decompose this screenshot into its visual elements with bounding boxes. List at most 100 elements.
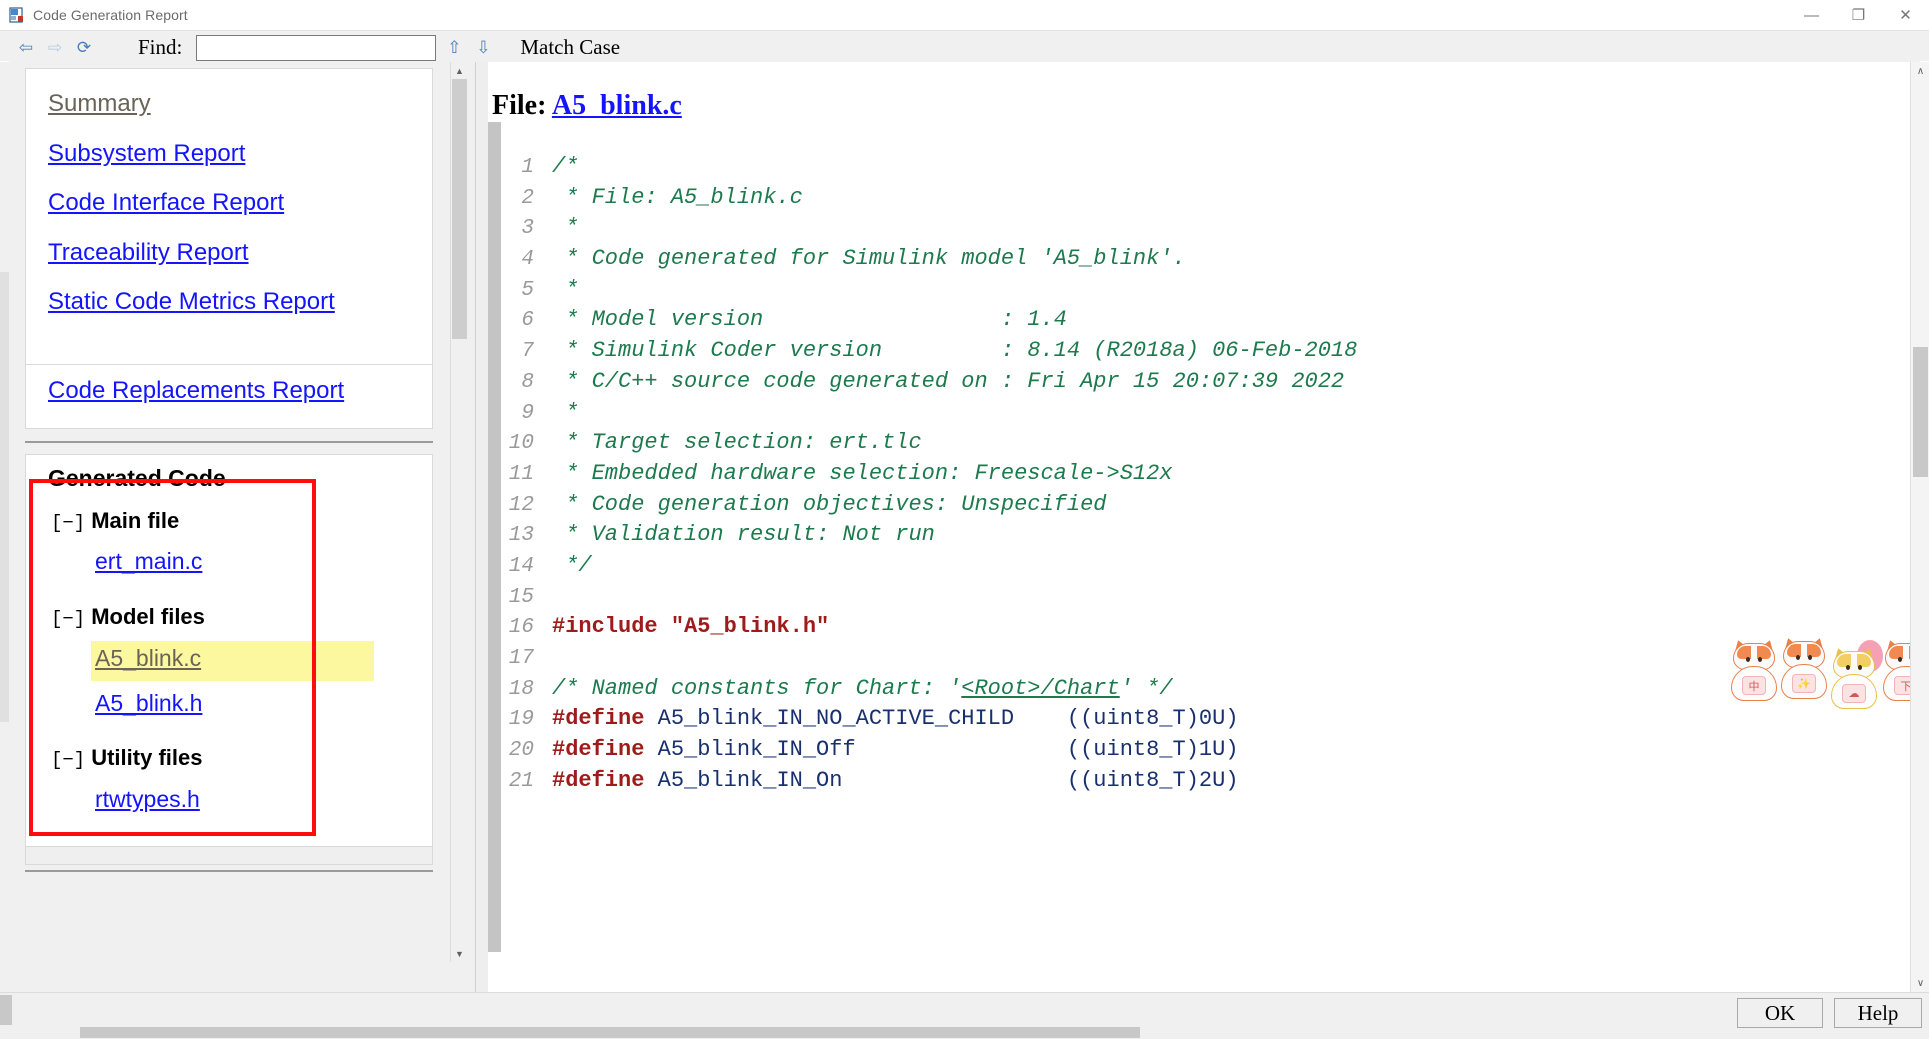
file-heading-link[interactable]: A5_blink.c	[552, 90, 682, 121]
left-edge-thumb[interactable]	[0, 272, 9, 722]
main-frame: Summary Subsystem Report Code Interface …	[0, 62, 1929, 992]
code-replacements-panel: Code Replacements Report	[25, 365, 433, 429]
scrollbar-thumb[interactable]	[452, 79, 467, 339]
cat-sticker-1-icon: 中	[1730, 637, 1778, 701]
scroll-down-icon[interactable]: ▼	[451, 945, 468, 962]
match-case-label[interactable]: Match Case	[520, 35, 620, 60]
line-number: 13	[508, 524, 534, 548]
group-utility-files[interactable]: [−] Utility files	[51, 745, 202, 771]
file-link-a5-blink-h[interactable]: A5_blink.h	[95, 690, 202, 717]
bottom-left-thumb[interactable]	[0, 995, 12, 1025]
code-token: *	[552, 215, 579, 241]
report-icon	[9, 6, 25, 23]
code-text: #define A5_blink_IN_On ((uint8_T)2U)	[552, 766, 1239, 797]
code-token: A5_blink_IN_On ((uint8_T)2U)	[644, 767, 1239, 793]
code-token: * Code generation objectives: Unspecifie…	[552, 491, 1107, 517]
code-line: 1 /*	[476, 152, 1896, 183]
ok-button[interactable]: OK	[1737, 998, 1823, 1028]
collapse-toggle-icon[interactable]: [−]	[51, 749, 85, 771]
sidebar-item-subsystem-report[interactable]: Subsystem Report	[48, 142, 432, 166]
code-text: * Code generated for Simulink model 'A5_…	[552, 244, 1186, 275]
code-inline-link[interactable]: <Root>/Chart	[961, 676, 1119, 701]
group-label: Main file	[91, 508, 180, 533]
sidebar-item-code-replacements-report[interactable]: Code Replacements Report	[48, 379, 432, 403]
page-title: File: A5_blink.c	[492, 90, 682, 122]
code-token: /* Named constants for Chart: '	[552, 675, 962, 701]
find-next-icon[interactable]: ⇩	[472, 36, 494, 60]
code-text: * Simulink Coder version : 8.14 (R2018a)…	[552, 336, 1357, 367]
scrollbar-thumb[interactable]	[1913, 347, 1928, 477]
sidebar-item-summary[interactable]: Summary	[48, 92, 432, 116]
code-text: /* Named constants for Chart: '<Root>/Ch…	[552, 674, 1173, 705]
scroll-down-icon[interactable]: ∨	[1911, 974, 1929, 992]
collapse-toggle-icon[interactable]: [−]	[51, 512, 85, 534]
code-token: * Validation result: Not run	[552, 522, 935, 548]
code-text: #define A5_blink_IN_NO_ACTIVE_CHILD ((ui…	[552, 704, 1239, 735]
close-button[interactable]: ✕	[1882, 0, 1929, 30]
cat-sticker-2-icon: ✨	[1780, 635, 1828, 699]
line-number: 11	[508, 462, 534, 486]
line-number: 16	[508, 616, 534, 640]
code-line: 3 *	[476, 213, 1896, 244]
code-line: 18 /* Named constants for Chart: '<Root>/…	[476, 674, 1896, 705]
code-token: * Code generated for Simulink model 'A5_…	[552, 246, 1186, 272]
scroll-up-icon[interactable]: ▲	[451, 62, 468, 79]
code-token: ' */	[1119, 675, 1173, 701]
back-icon[interactable]: ⇦	[14, 36, 38, 60]
find-label: Find:	[138, 35, 183, 59]
code-token: #include	[552, 614, 658, 640]
line-number: 3	[521, 217, 534, 241]
refresh-icon[interactable]: ⟳	[72, 36, 96, 60]
code-text: * C/C++ source code generated on : Fri A…	[552, 367, 1344, 398]
cat-sticker-4-icon: 下	[1882, 637, 1910, 701]
horizontal-scrollbar[interactable]	[80, 1027, 1140, 1038]
code-token: A5_blink_IN_Off ((uint8_T)1U)	[644, 737, 1239, 763]
forward-icon[interactable]: ⇨	[43, 36, 67, 60]
group-model-files[interactable]: [−] Model files	[51, 604, 205, 630]
collapse-toggle-icon[interactable]: [−]	[51, 608, 85, 630]
line-number: 6	[521, 309, 534, 333]
generated-code-panel: Generated Code [−] Main file ert_main.c […	[25, 454, 433, 847]
bottom-bar: OK Help	[0, 992, 1929, 1039]
code-token: *	[552, 276, 579, 302]
code-scroll-area: File: A5_blink.c 1 /* 2 * File: A5_blink.c…	[476, 62, 1910, 992]
minimize-button[interactable]: —	[1788, 0, 1835, 30]
code-text: * Code generation objectives: Unspecifie…	[552, 490, 1107, 521]
window-title: Code Generation Report	[33, 6, 188, 23]
code-token: #define	[552, 737, 645, 763]
find-previous-icon[interactable]: ⇧	[443, 36, 465, 60]
code-line: 16 #include "A5_blink.h"	[476, 612, 1896, 643]
scroll-up-icon[interactable]: ∧	[1911, 62, 1929, 80]
code-text: *	[552, 398, 578, 429]
file-link-rtwtypes-h[interactable]: rtwtypes.h	[95, 786, 200, 813]
code-token: #define	[552, 767, 645, 793]
help-button[interactable]: Help	[1834, 998, 1922, 1028]
code-line: 19 #define A5_blink_IN_NO_ACTIVE_CHILD ((…	[476, 704, 1896, 735]
cat-tag-1: 中	[1742, 676, 1766, 695]
code-line: 20 #define A5_blink_IN_Off ((uint8_T)1U)	[476, 735, 1896, 766]
sidebar-item-static-code-metrics-report[interactable]: Static Code Metrics Report	[48, 290, 432, 314]
window-controls: — ❐ ✕	[1788, 0, 1929, 30]
reports-panel: Summary Subsystem Report Code Interface …	[25, 68, 433, 365]
content-scrollbar[interactable]: ∧ ∨	[1910, 62, 1929, 992]
sidebar-bottom-strip	[25, 847, 433, 865]
sidebar-scrollbar[interactable]: ▲ ▼	[450, 62, 468, 962]
code-viewer: File: A5_blink.c 1 /* 2 * File: A5_blink.c…	[475, 62, 1929, 992]
sidebar-item-traceability-report[interactable]: Traceability Report	[48, 241, 432, 265]
code-token: * Model version : 1.4	[552, 307, 1067, 333]
maximize-button[interactable]: ❐	[1835, 0, 1882, 30]
sidebar-item-code-interface-report[interactable]: Code Interface Report	[48, 191, 432, 215]
find-toolbar-inner: ⇦ ⇨ ⟳ Find: ⇧ ⇩ Match Case	[9, 31, 1920, 64]
code-token: * Simulink Coder version : 8.14 (R2018a)…	[552, 338, 1358, 364]
cat-sticker-balloon-icon: ☁	[1830, 640, 1883, 709]
file-link-a5-blink-c[interactable]: A5_blink.c	[95, 645, 201, 672]
group-main-file[interactable]: [−] Main file	[51, 508, 179, 534]
code-listing[interactable]: 1/* 2 * File: A5_blink.c 3 * 4 * Code gener…	[476, 152, 1896, 796]
search-input[interactable]	[196, 34, 437, 61]
file-link-ert-main-c[interactable]: ert_main.c	[95, 548, 202, 575]
code-text: */	[552, 551, 591, 582]
sidebar-scroll-area: Summary Subsystem Report Code Interface …	[9, 62, 456, 962]
file-heading-label: File:	[492, 90, 547, 121]
code-token: A5_blink_IN_NO_ACTIVE_CHILD ((uint8_T)0U…	[644, 706, 1239, 732]
